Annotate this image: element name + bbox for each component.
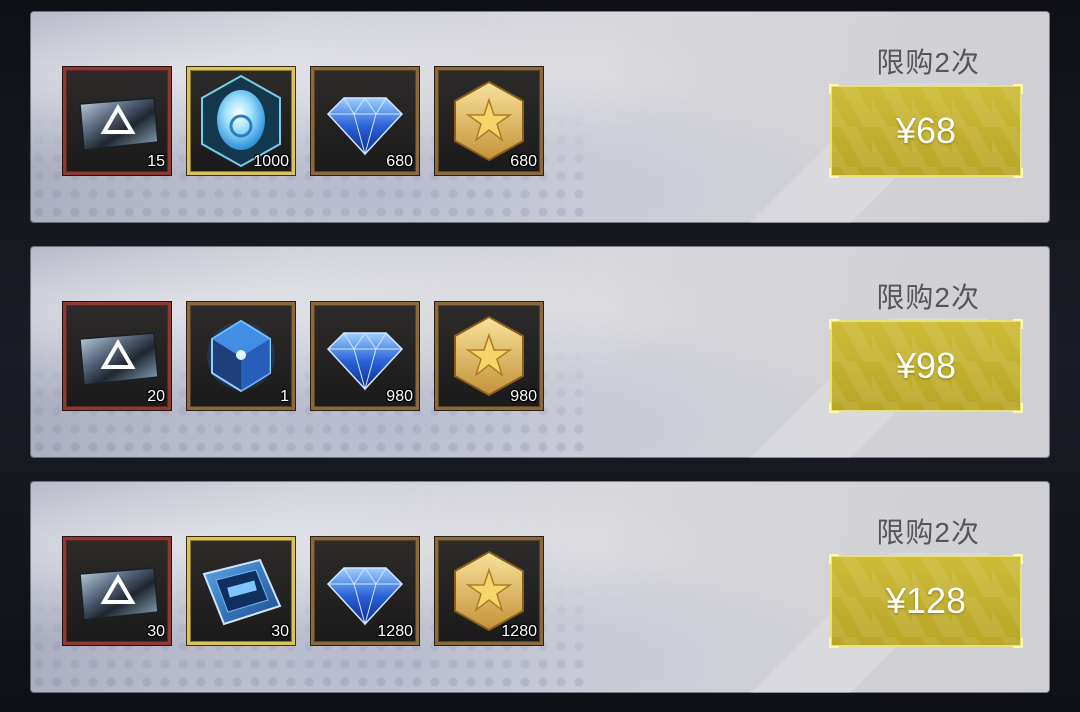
item-count: 980 [510, 388, 537, 405]
item-slot[interactable]: 1000 [187, 67, 295, 175]
item-slot[interactable]: 30 [63, 537, 171, 645]
item-count: 680 [386, 153, 413, 170]
item-count: 1280 [501, 623, 537, 640]
gift-pack-1: 15 1000 680 680 限购2次 ¥68 [30, 11, 1050, 223]
item-slot[interactable]: 20 [63, 302, 171, 410]
item-count: 1000 [253, 153, 289, 170]
price-label: ¥128 [885, 580, 967, 621]
item-slot[interactable]: 1280 [311, 537, 419, 645]
item-slot[interactable]: 30 [187, 537, 295, 645]
item-count: 30 [147, 623, 165, 640]
item-count: 15 [147, 153, 165, 170]
price-label: ¥68 [895, 110, 957, 151]
item-slot[interactable]: 680 [435, 67, 543, 175]
purchase-limit: 限购2次 [876, 517, 980, 548]
price-label: ¥98 [895, 345, 957, 386]
buy-button[interactable]: ¥68 [829, 84, 1023, 178]
item-count: 680 [510, 153, 537, 170]
item-count: 980 [386, 388, 413, 405]
item-slot[interactable]: 1280 [435, 537, 543, 645]
pack-items: 15 1000 680 680 [63, 67, 543, 175]
gift-pack-2: 20 1 980 980 限购2次 ¥98 [30, 246, 1050, 458]
item-slot[interactable]: 1 [187, 302, 295, 410]
purchase-limit: 限购2次 [876, 47, 980, 78]
pack-items: 30 30 1280 1280 [63, 537, 543, 645]
buy-button[interactable]: ¥128 [829, 554, 1023, 648]
item-slot[interactable]: 15 [63, 67, 171, 175]
blue-crystal-cube-icon [207, 319, 275, 393]
item-slot[interactable]: 980 [311, 302, 419, 410]
pack-items: 20 1 980 980 [63, 302, 543, 410]
item-count: 30 [271, 623, 289, 640]
item-slot[interactable]: 980 [435, 302, 543, 410]
purchase-limit: 限购2次 [876, 282, 980, 313]
item-count: 1 [280, 388, 289, 405]
item-slot[interactable]: 680 [311, 67, 419, 175]
item-count: 20 [147, 388, 165, 405]
buy-button[interactable]: ¥98 [829, 319, 1023, 413]
gift-pack-3: 30 30 1280 1280 限购2次 ¥128 [30, 481, 1050, 693]
item-count: 1280 [377, 623, 413, 640]
